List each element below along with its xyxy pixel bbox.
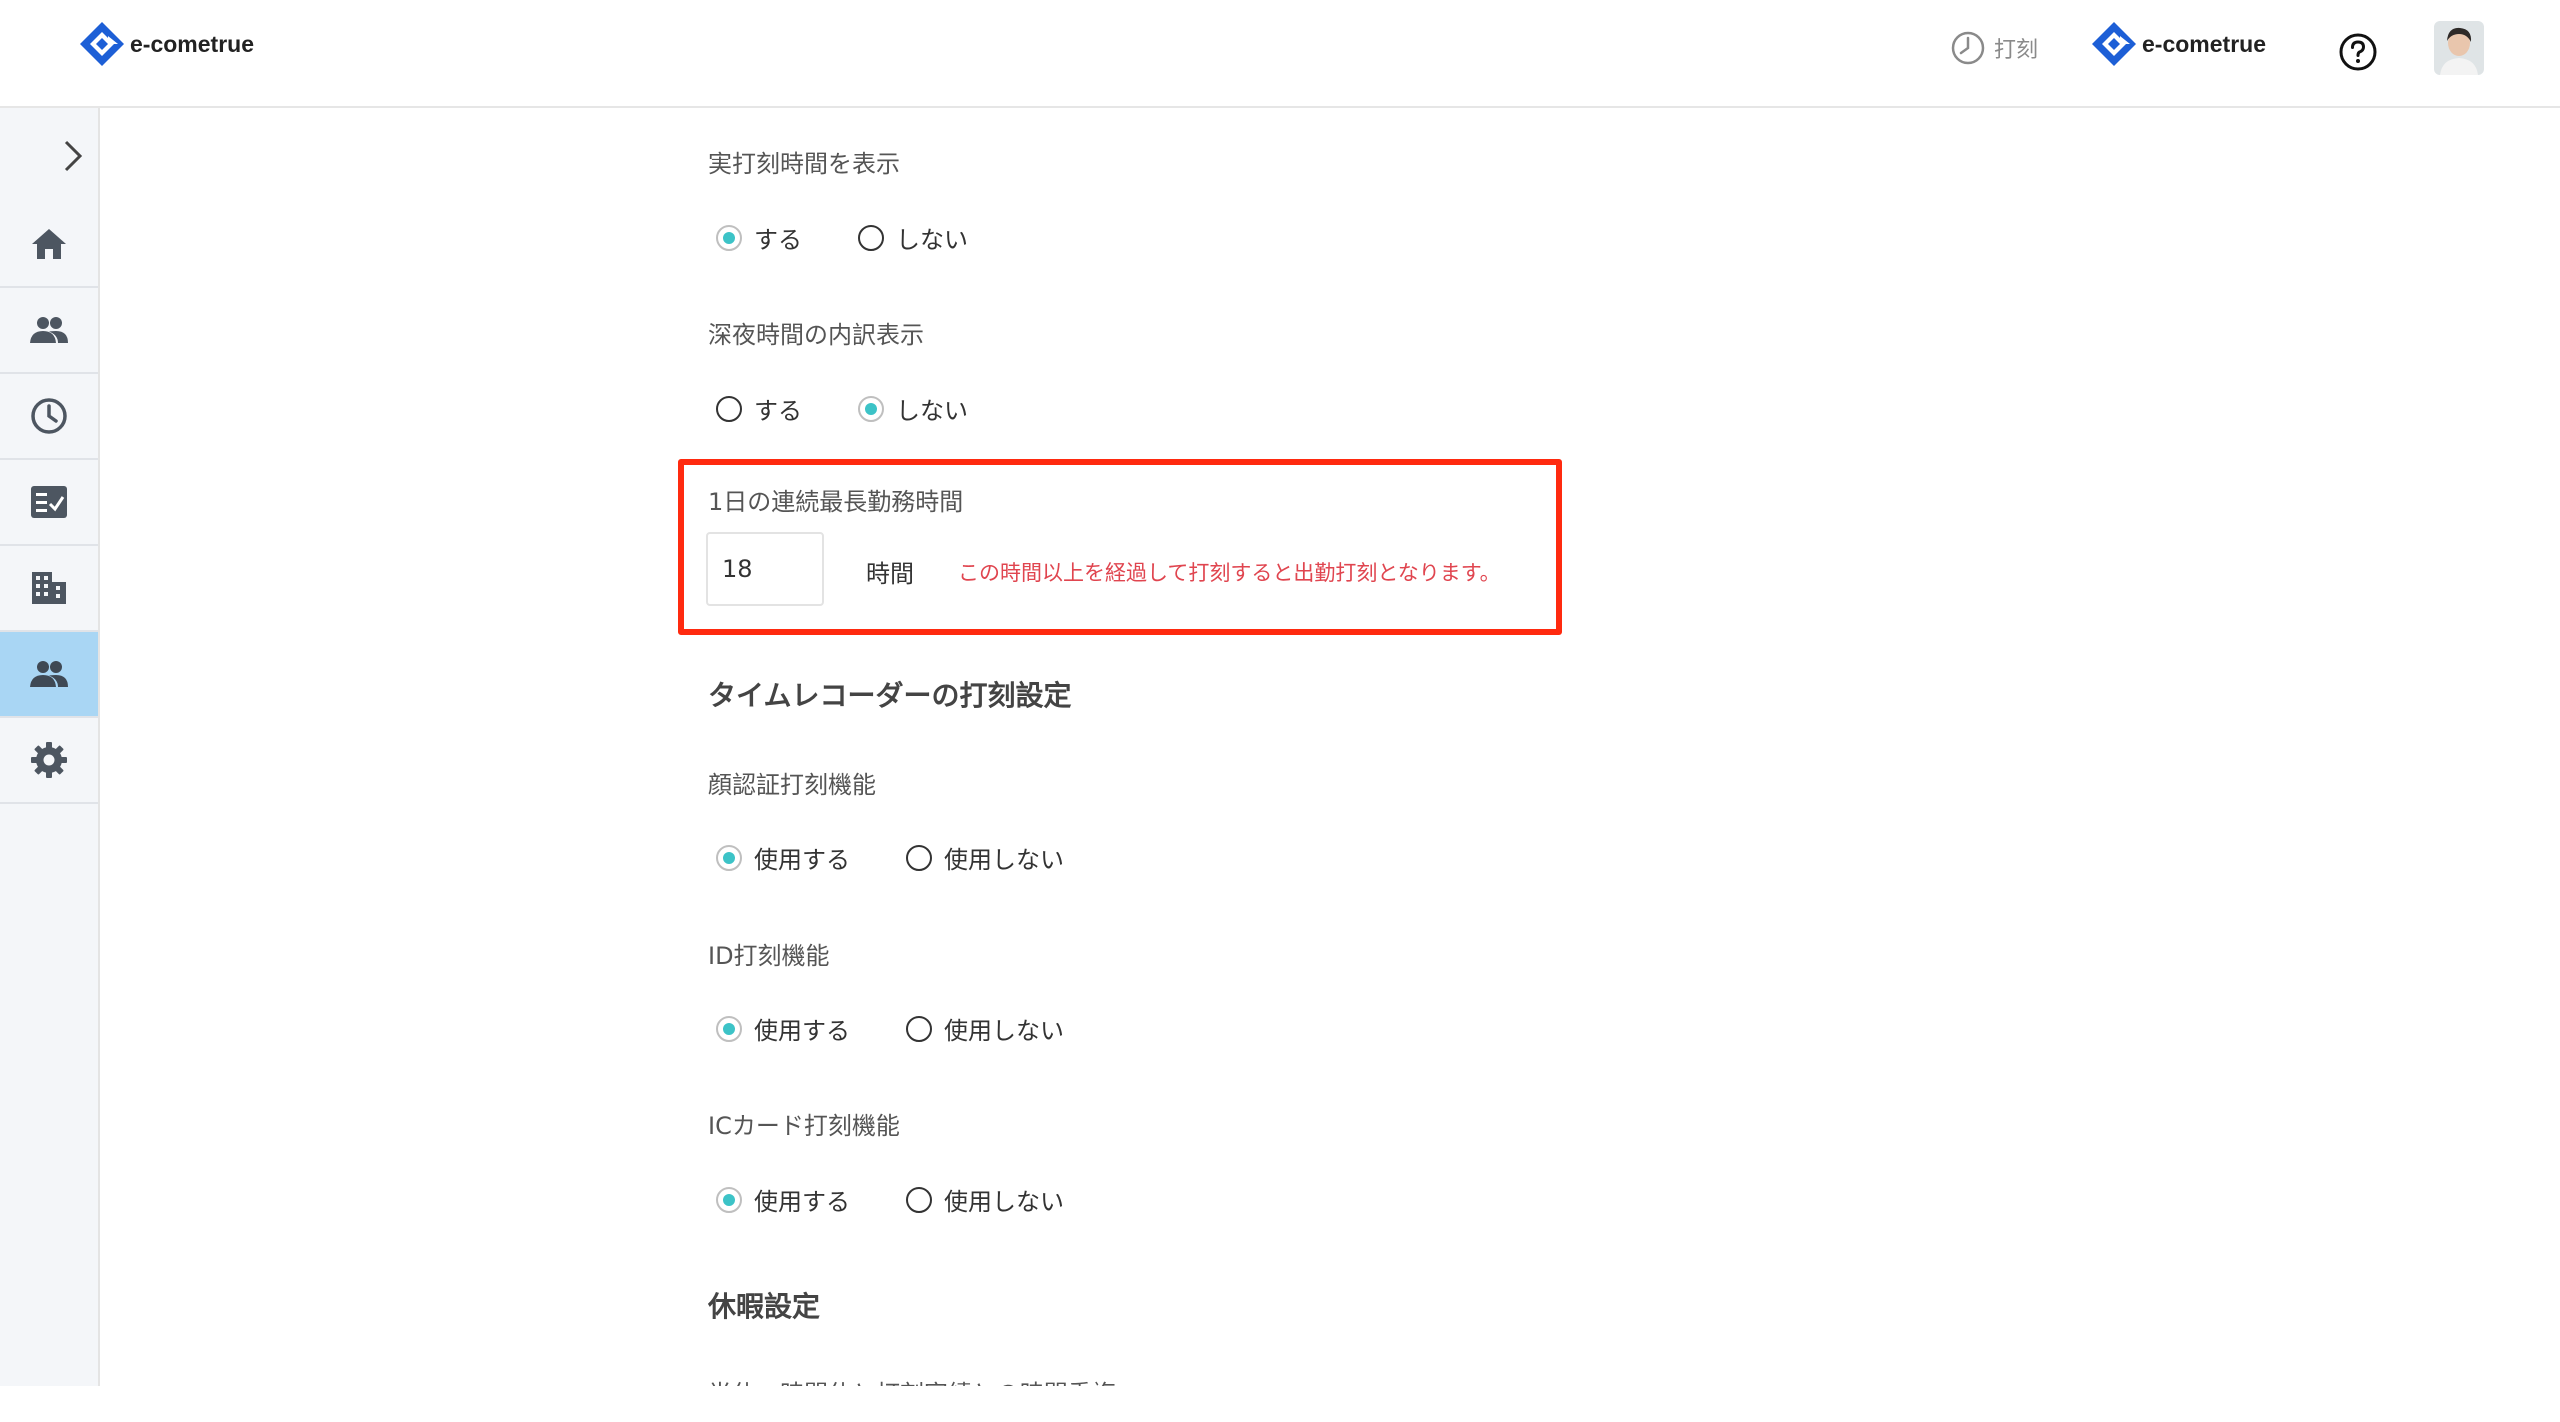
- radio-unchecked-icon[interactable]: [858, 224, 884, 251]
- sidebar-item-employees[interactable]: [0, 632, 98, 718]
- avatar-image: [2434, 21, 2484, 75]
- id-stamp-radio-group: 使用する 使用しない: [716, 1011, 1120, 1046]
- radio-label: 使用する: [754, 1017, 850, 1045]
- gear-icon: [31, 742, 67, 778]
- checklist-icon: [31, 486, 67, 518]
- chevron-right-icon: [64, 140, 83, 172]
- radio-checked-icon[interactable]: [716, 224, 742, 251]
- sidebar: [0, 108, 100, 1386]
- building-icon: [32, 572, 66, 604]
- cometrue-logo-icon: [80, 22, 124, 66]
- app-logo[interactable]: e-cometrue: [78, 20, 254, 68]
- radio-label: 使用しない: [944, 1188, 1064, 1216]
- cometrue-logo-icon: [2092, 22, 2136, 66]
- face-auth-radio-group: 使用する 使用しない: [716, 840, 1120, 875]
- radio-unchecked-icon[interactable]: [906, 844, 932, 871]
- radio-label: 使用する: [754, 846, 850, 874]
- night-breakdown-option-no[interactable]: しない: [858, 391, 968, 426]
- night-breakdown-radio-group: する しない: [716, 391, 1024, 426]
- face-auth-option-use[interactable]: 使用する: [716, 840, 850, 875]
- radio-checked-icon[interactable]: [716, 844, 742, 871]
- radio-checked-icon[interactable]: [716, 1186, 742, 1213]
- company-logo[interactable]: e-cometrue: [2090, 20, 2266, 68]
- question-circle-icon: [2339, 33, 2377, 71]
- home-icon: [32, 229, 66, 259]
- sidebar-item-settings[interactable]: [0, 718, 98, 804]
- clock-icon: [1951, 31, 1985, 65]
- ic-card-option-use[interactable]: 使用する: [716, 1182, 850, 1217]
- half-leave-overlap-label: 半休・時間休と打刻実績との時間重複: [708, 1374, 1116, 1386]
- face-auth-option-nouse[interactable]: 使用しない: [906, 840, 1064, 875]
- hours-unit-label: 時間: [866, 560, 914, 588]
- stamp-button[interactable]: 打刻: [1950, 30, 2038, 66]
- id-stamp-label: ID打刻機能: [708, 942, 830, 970]
- people-icon: [30, 661, 68, 687]
- radio-label: 使用する: [754, 1188, 850, 1216]
- people-icon: [30, 317, 68, 343]
- radio-unchecked-icon[interactable]: [906, 1015, 932, 1042]
- company-logo-text: e-cometrue: [2142, 30, 2266, 57]
- help-button[interactable]: [2338, 32, 2378, 76]
- night-breakdown-label: 深夜時間の内訳表示: [708, 321, 924, 349]
- id-stamp-option-nouse[interactable]: 使用しない: [906, 1011, 1064, 1046]
- sidebar-item-users[interactable]: [0, 288, 98, 374]
- radio-label: 使用しない: [944, 1017, 1064, 1045]
- actual-time-option-no[interactable]: しない: [858, 220, 968, 255]
- radio-checked-icon[interactable]: [716, 1015, 742, 1042]
- user-avatar[interactable]: [2434, 21, 2484, 75]
- id-stamp-option-use[interactable]: 使用する: [716, 1011, 850, 1046]
- ic-card-label: ICカード打刻機能: [708, 1112, 900, 1140]
- radio-label: する: [754, 397, 802, 425]
- actual-time-radio-group: する しない: [716, 220, 1024, 255]
- max-continuous-hours-input[interactable]: [706, 532, 824, 606]
- radio-unchecked-icon[interactable]: [906, 1186, 932, 1213]
- sidebar-item-home[interactable]: [0, 202, 98, 288]
- radio-unchecked-icon[interactable]: [716, 395, 742, 422]
- leave-section-title: 休暇設定: [708, 1290, 821, 1323]
- sidebar-item-approval[interactable]: [0, 460, 98, 546]
- radio-label: する: [754, 226, 802, 254]
- clock-icon: [31, 398, 67, 434]
- sidebar-item-attendance[interactable]: [0, 374, 98, 460]
- ic-card-option-nouse[interactable]: 使用しない: [906, 1182, 1064, 1217]
- night-breakdown-option-yes[interactable]: する: [716, 391, 802, 426]
- radio-checked-icon[interactable]: [858, 395, 884, 422]
- max-continuous-label: 1日の連続最長勤務時間: [708, 488, 964, 516]
- radio-label: 使用しない: [944, 846, 1064, 874]
- logo-text: e-cometrue: [130, 30, 254, 57]
- sidebar-expand-button[interactable]: [56, 136, 88, 176]
- actual-time-option-yes[interactable]: する: [716, 220, 802, 255]
- max-continuous-note: この時間以上を経過して打刻すると出勤打刻となります。: [958, 561, 1501, 585]
- actual-time-label: 実打刻時間を表示: [708, 150, 900, 178]
- top-header: e-cometrue 打刻 e-cometrue: [0, 0, 2560, 108]
- ic-card-radio-group: 使用する 使用しない: [716, 1182, 1120, 1217]
- stamp-label: 打刻: [1994, 38, 2039, 63]
- radio-label: しない: [896, 226, 968, 254]
- bottom-margin: [0, 1386, 2560, 1422]
- radio-label: しない: [896, 397, 968, 425]
- sidebar-item-organization[interactable]: [0, 546, 98, 632]
- time-recorder-section-title: タイムレコーダーの打刻設定: [708, 679, 1072, 712]
- face-auth-label: 顔認証打刻機能: [708, 771, 876, 799]
